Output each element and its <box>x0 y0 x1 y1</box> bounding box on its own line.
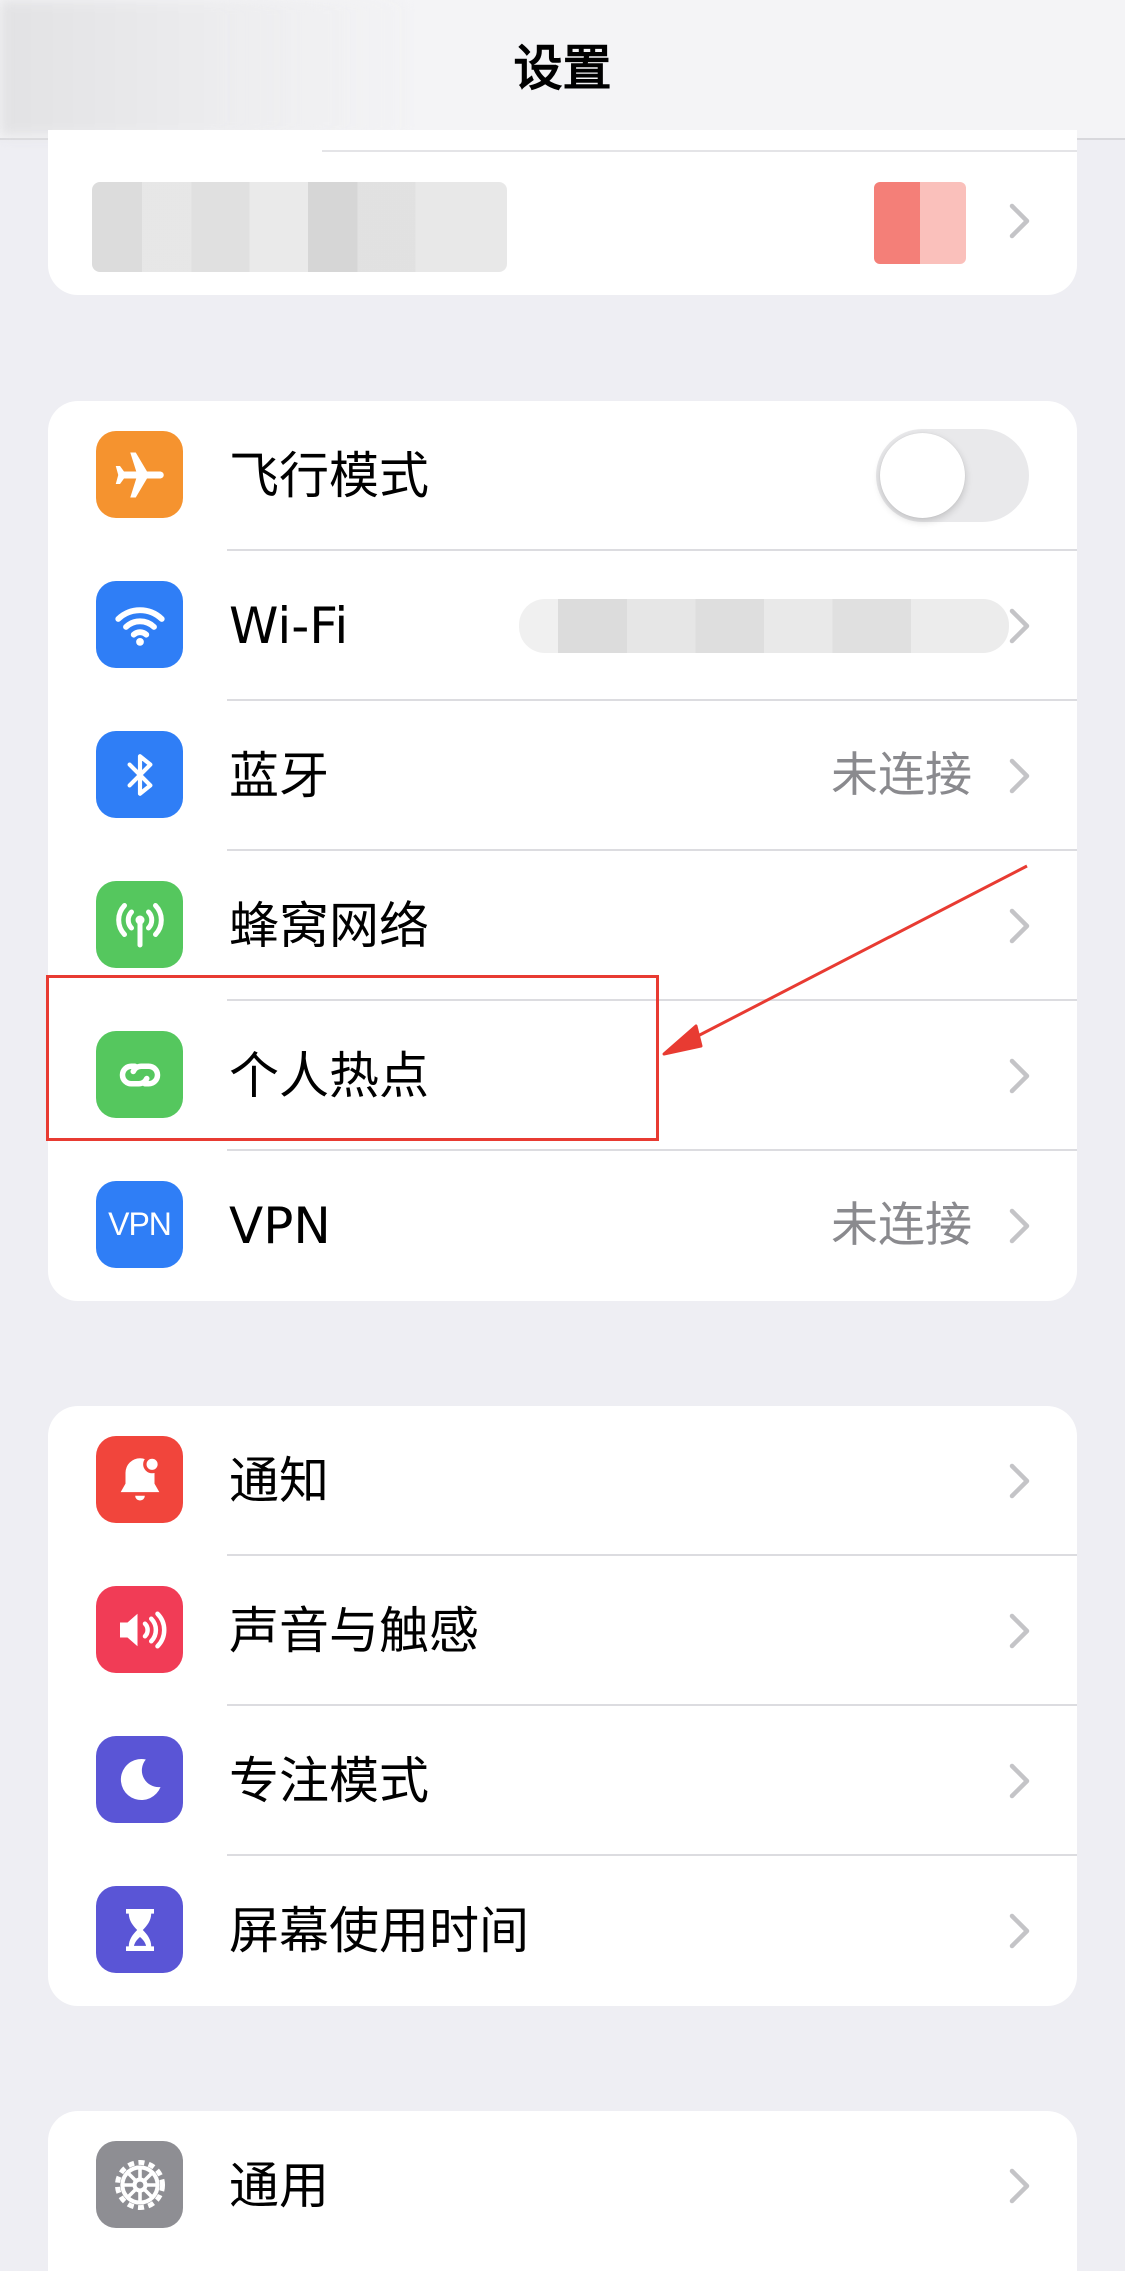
vpn-status: 未连接 <box>831 1198 972 1253</box>
chevron-right-icon <box>1009 1613 1030 1649</box>
navigation-bar: 设置 <box>0 0 1125 140</box>
chevron-right-icon <box>1009 1913 1030 1949</box>
notifications-group: 通知 声音与触感 专注模式 屏幕使用时间 <box>48 1406 1077 2006</box>
pixelated-network-name <box>519 599 1009 653</box>
sounds-haptics-label: 声音与触感 <box>229 1602 479 1660</box>
settings-row-sounds-haptics[interactable]: 声音与触感 <box>48 1556 1077 1706</box>
chevron-right-icon <box>1009 758 1030 794</box>
gear-icon <box>96 2141 183 2228</box>
settings-row-bluetooth[interactable]: 蓝牙 未连接 <box>48 701 1077 851</box>
apple-id-profile-row[interactable] <box>48 130 1077 295</box>
chevron-right-icon <box>1009 608 1030 644</box>
chevron-right-icon <box>1009 908 1030 944</box>
vpn-icon-text: VPN <box>108 1206 172 1242</box>
wifi-icon <box>96 581 183 668</box>
moon-icon <box>96 1736 183 1823</box>
screen-time-label: 屏幕使用时间 <box>229 1902 529 1960</box>
wifi-label: Wi-Fi <box>229 597 349 655</box>
bluetooth-status: 未连接 <box>831 748 972 803</box>
airplane-mode-toggle[interactable] <box>876 429 1029 522</box>
settings-row-wifi[interactable]: Wi-Fi <box>48 551 1077 701</box>
settings-row-screen-time[interactable]: 屏幕使用时间 <box>48 1856 1077 2006</box>
chevron-right-icon <box>1009 1208 1030 1244</box>
toggle-knob <box>880 433 965 518</box>
separator <box>322 150 1077 152</box>
bluetooth-icon <box>96 731 183 818</box>
settings-row-focus[interactable]: 专注模式 <box>48 1706 1077 1856</box>
annotation-highlight-box <box>46 975 659 1141</box>
chevron-right-icon <box>1009 1763 1030 1799</box>
chevron-right-icon <box>1009 203 1030 239</box>
settings-row-airplane-mode: 飞行模式 <box>48 401 1077 551</box>
chevron-right-icon <box>1009 1058 1030 1094</box>
hourglass-icon <box>96 1886 183 1973</box>
chevron-right-icon <box>1009 1463 1030 1499</box>
page-title: 设置 <box>513 40 612 97</box>
pixelated-avatar <box>874 182 966 264</box>
notifications-icon <box>96 1436 183 1523</box>
general-label: 通用 <box>229 2157 329 2215</box>
focus-label: 专注模式 <box>229 1752 429 1810</box>
pixelated-account-name <box>92 182 507 272</box>
airplane-mode-label: 飞行模式 <box>229 447 429 505</box>
connectivity-group: 飞行模式 Wi-Fi 蓝牙 未连接 蜂窝网络 个人热点 VPN VPN 未连接 <box>48 401 1077 1301</box>
settings-row-vpn[interactable]: VPN VPN 未连接 <box>48 1151 1077 1301</box>
bluetooth-label: 蓝牙 <box>229 747 329 805</box>
chevron-right-icon <box>1009 2168 1030 2204</box>
general-group: 通用 <box>48 2111 1077 2271</box>
vpn-label: VPN <box>229 1197 331 1255</box>
speaker-icon <box>96 1586 183 1673</box>
settings-row-general[interactable]: 通用 <box>48 2111 1077 2261</box>
vpn-icon: VPN <box>96 1181 183 1268</box>
airplane-icon <box>96 431 183 518</box>
notifications-label: 通知 <box>229 1452 329 1510</box>
settings-row-notifications[interactable]: 通知 <box>48 1406 1077 1556</box>
cellular-icon <box>96 881 183 968</box>
